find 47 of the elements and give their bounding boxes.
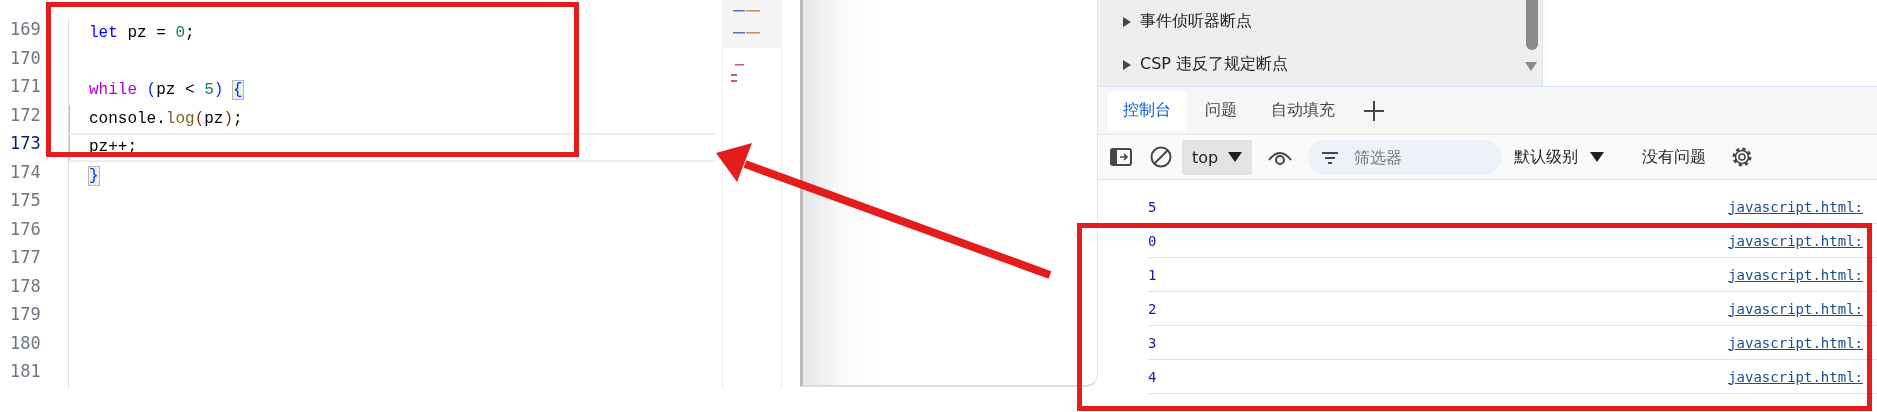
line-number: 171 [9,76,42,98]
console-output: 2 [1148,300,1157,317]
code-line: while (pz < 5) { [89,81,243,100]
source-link[interactable]: javascript.html: [1728,266,1863,283]
caret-icon [1590,152,1605,162]
breakpoint-label[interactable]: CSP 违反了规定断点 [1140,54,1289,75]
source-link[interactable]: javascript.html: [1728,368,1863,385]
line-number: 173 [9,133,42,155]
filter-icon [1322,151,1339,164]
console-output: 0 [1148,232,1157,249]
breakpoint-label[interactable]: 事件侦听器断点 [1140,11,1252,32]
source-link[interactable]: javascript.html: [1728,232,1863,249]
sidebar-toggle-icon[interactable] [1110,148,1132,166]
line-number: 180 [9,332,42,355]
line-number: 177 [9,247,42,269]
line-number: 170 [9,47,42,70]
code-line: console.log(pz); [89,109,243,128]
console-output: 5 [1148,198,1157,215]
scrollbar-thumb[interactable] [1526,0,1538,50]
source-link[interactable]: javascript.html: [1728,300,1863,317]
context-dropdown[interactable]: top [1182,139,1253,175]
line-number: 178 [9,275,42,298]
panel-tab[interactable]: 问题 [1190,90,1252,131]
console-output: 4 [1148,368,1157,385]
issues-button[interactable]: 没有问题 [1636,145,1713,169]
console-output: 3 [1148,334,1157,351]
line-number: 172 [9,104,42,127]
panel-tab[interactable]: 自动填充 [1256,90,1350,131]
caret-icon [1228,152,1243,162]
console-output: 1 [1148,266,1157,283]
line-number: 174 [9,161,42,184]
code-line: let pz = 0; [89,24,195,43]
log-level-dropdown[interactable]: 默认级别 [1508,145,1611,169]
line-number: 175 [9,190,42,212]
filter-field[interactable]: 筛选器 [1308,139,1503,175]
scroll-down-icon[interactable] [1525,62,1537,71]
source-link[interactable]: javascript.html: [1728,334,1863,351]
line-number: 169 [9,19,42,41]
expand-triangle-icon[interactable] [1122,16,1132,27]
line-number: 179 [9,304,42,326]
panel-tab[interactable]: 控制台 [1108,90,1186,131]
expand-triangle-icon[interactable] [1122,59,1132,70]
line-number: 181 [9,361,42,383]
add-icon[interactable] [1364,100,1384,121]
line-number: 176 [9,218,42,241]
clear-console-icon[interactable] [1150,146,1172,168]
source-link[interactable]: javascript.html: [1728,198,1863,215]
